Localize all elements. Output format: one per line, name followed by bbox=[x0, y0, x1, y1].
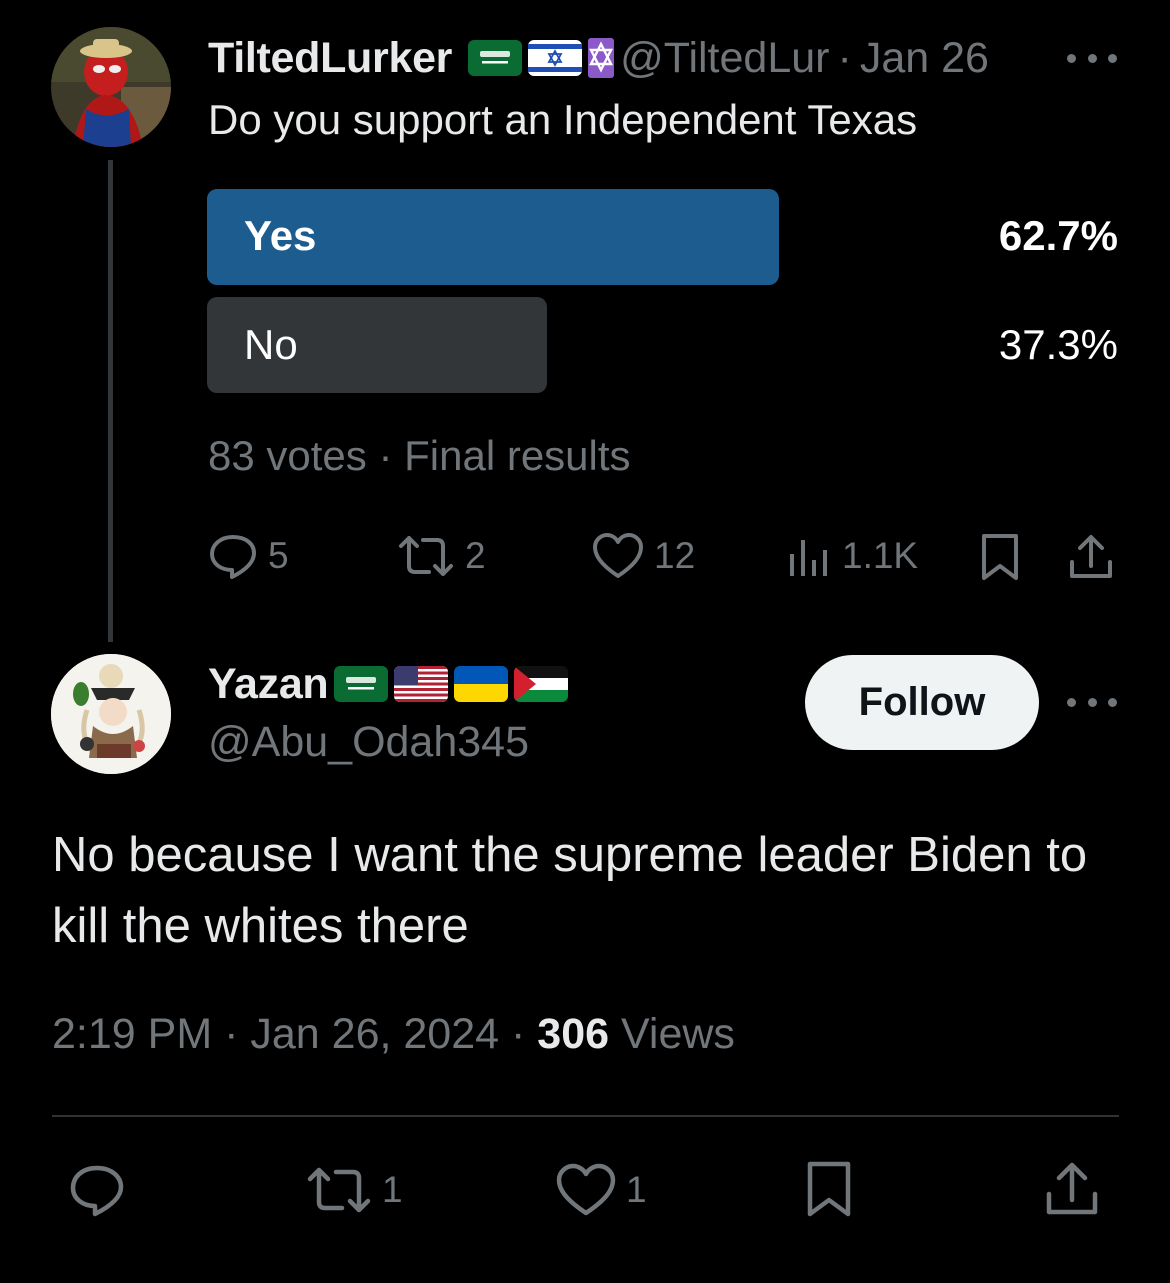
avatar-image bbox=[51, 654, 171, 774]
poll-option-label: No bbox=[244, 321, 298, 368]
separator-dot: · bbox=[378, 432, 393, 479]
views-button[interactable]: 1.1K bbox=[786, 532, 918, 580]
palestine-flag-icon bbox=[514, 666, 569, 702]
bookmark-button[interactable] bbox=[980, 532, 1020, 582]
separator-dot: · bbox=[224, 1010, 239, 1058]
poll-option-percent: 62.7% bbox=[998, 212, 1118, 259]
user-handle[interactable]: @Abu_Odah345 bbox=[208, 718, 529, 767]
poll-option-label: Yes bbox=[244, 212, 317, 259]
display-name[interactable]: Yazan bbox=[208, 660, 329, 709]
heart-icon bbox=[593, 533, 643, 578]
ukraine-flag-icon bbox=[454, 666, 509, 702]
share-button[interactable] bbox=[1068, 532, 1114, 582]
like-count: 12 bbox=[654, 535, 696, 576]
poll-option-percent: 37.3% bbox=[998, 321, 1118, 368]
repost-count: 1 bbox=[382, 1169, 403, 1210]
more-options-icon[interactable] bbox=[1067, 38, 1117, 78]
tweet-timestamp-row: 2:19 PM · Jan 26, 2024 · 306 Views bbox=[52, 1010, 735, 1059]
avatar[interactable] bbox=[51, 27, 171, 147]
more-options-icon[interactable] bbox=[1067, 682, 1117, 722]
israel-flag-icon bbox=[528, 40, 583, 76]
tweet-date[interactable]: Jan 26, 2024 bbox=[250, 1010, 499, 1058]
bookmark-button[interactable] bbox=[806, 1160, 852, 1218]
bookmark-icon bbox=[982, 534, 1018, 580]
share-icon bbox=[1046, 1162, 1098, 1215]
tweet-header: Yazan bbox=[208, 656, 569, 712]
reply-count: 5 bbox=[268, 535, 289, 576]
like-button[interactable]: 1 bbox=[556, 1163, 647, 1217]
star-of-david-icon bbox=[588, 38, 615, 78]
repost-button[interactable]: 1 bbox=[306, 1163, 403, 1217]
follow-button[interactable]: Follow bbox=[805, 655, 1039, 750]
avatar[interactable] bbox=[51, 654, 171, 774]
like-count: 1 bbox=[626, 1169, 647, 1210]
reply-icon bbox=[210, 535, 256, 579]
repost-icon bbox=[399, 536, 453, 576]
saudi-arabia-flag-icon bbox=[468, 40, 523, 76]
views-label: Views bbox=[620, 1010, 735, 1058]
repost-button[interactable]: 2 bbox=[397, 532, 486, 580]
bookmark-icon bbox=[807, 1161, 851, 1217]
reply-button[interactable] bbox=[68, 1163, 126, 1217]
avatar-image bbox=[51, 27, 171, 147]
share-button[interactable] bbox=[1045, 1160, 1099, 1218]
like-button[interactable]: 12 bbox=[592, 532, 695, 580]
tweet-text: No because I want the supreme leader Bid… bbox=[52, 828, 1088, 953]
divider bbox=[52, 1115, 1119, 1117]
usa-flag-icon bbox=[394, 666, 449, 702]
saudi-arabia-flag-icon bbox=[334, 666, 389, 702]
repost-icon bbox=[307, 1167, 371, 1213]
tweet-date[interactable]: Jan 26 bbox=[860, 34, 989, 83]
tweet-header: TiltedLurker @TiltedLur · Jan 26 bbox=[208, 30, 989, 86]
tweet-time[interactable]: 2:19 PM bbox=[52, 1010, 212, 1058]
view-count: 1.1K bbox=[842, 535, 919, 576]
separator-dot: · bbox=[837, 33, 852, 82]
poll-meta: 83 votes · Final results bbox=[208, 432, 631, 480]
heart-icon bbox=[556, 1163, 616, 1216]
reply-icon bbox=[70, 1165, 124, 1217]
tweet-text: Do you support an Independent Texas bbox=[208, 96, 918, 143]
share-icon bbox=[1070, 535, 1112, 578]
view-count: 306 bbox=[537, 1010, 610, 1058]
poll-vote-count: 83 votes bbox=[208, 432, 367, 479]
views-chart-icon bbox=[790, 540, 827, 576]
repost-count: 2 bbox=[465, 535, 486, 576]
poll-status: Final results bbox=[404, 432, 631, 479]
reply-button[interactable]: 5 bbox=[208, 532, 289, 580]
thread-connector-line bbox=[108, 160, 113, 642]
user-handle[interactable]: @TiltedLur bbox=[620, 34, 829, 83]
separator-dot: · bbox=[511, 1010, 526, 1058]
display-name[interactable]: TiltedLurker bbox=[208, 34, 452, 83]
